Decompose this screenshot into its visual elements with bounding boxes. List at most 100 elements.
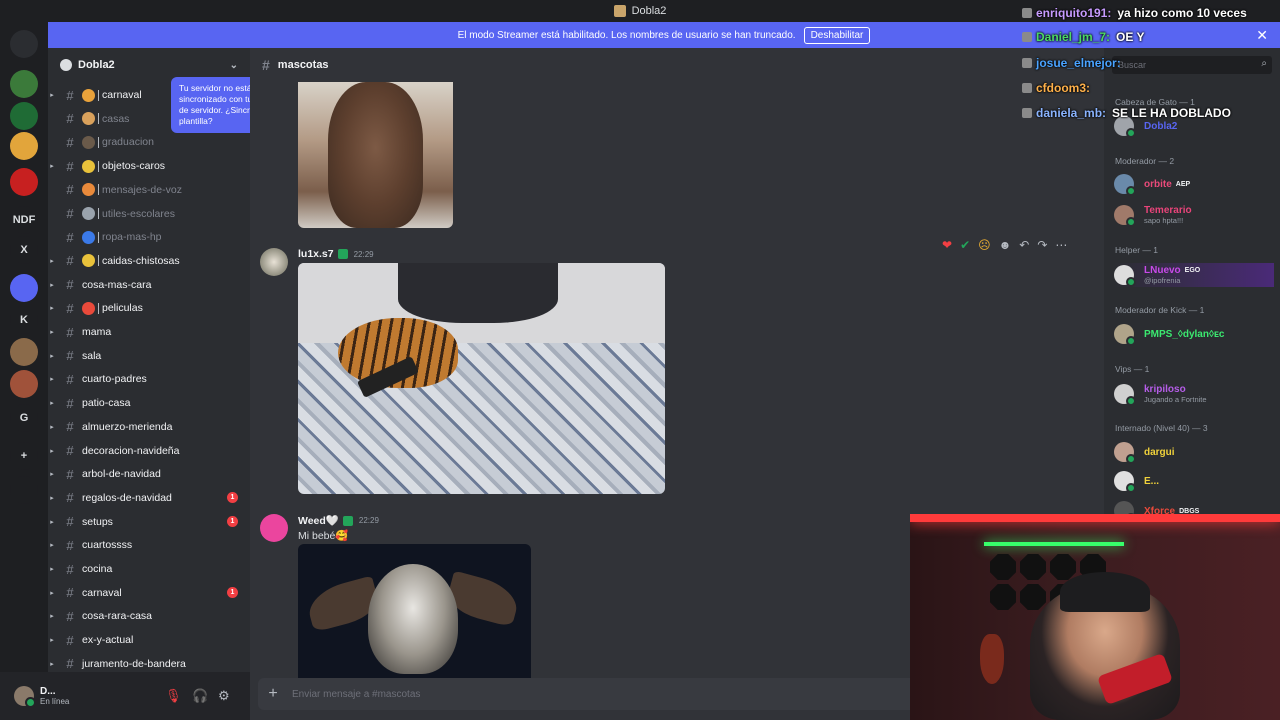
- member-item[interactable]: E...: [1114, 469, 1274, 493]
- channel-item[interactable]: ▸ # cosa-mas-cara: [48, 275, 250, 295]
- hash-icon: #: [66, 443, 74, 458]
- channel-item[interactable]: ▸ # cuartossss: [48, 535, 250, 555]
- member-name-text: orbite: [1144, 178, 1172, 190]
- author-name[interactable]: lu1x.s7: [298, 248, 334, 260]
- member-group-header: Helper — 1: [1115, 245, 1158, 255]
- channel-item[interactable]: ▸ # almuerzo-merienda: [48, 417, 250, 437]
- channel-item[interactable]: # mensajes-de-voz: [48, 180, 250, 200]
- member-item[interactable]: LNuevo EGO @ipofrenia: [1114, 263, 1274, 287]
- gear-icon[interactable]: ⚙: [218, 688, 230, 704]
- acoustic-panel: [990, 584, 1016, 610]
- avatar[interactable]: [260, 514, 288, 542]
- chevron-right-icon: ▸: [50, 660, 54, 668]
- headphones-muted-icon[interactable]: 🎧: [192, 688, 208, 704]
- hash-icon: #: [66, 419, 74, 435]
- channel-name: cosa-rara-casa: [82, 610, 153, 623]
- channel-item[interactable]: ▸ # carnaval 1: [48, 583, 250, 603]
- window-title: Dobla2: [631, 5, 667, 17]
- channel-name: almuerzo-merienda: [82, 420, 173, 433]
- channel-item[interactable]: ▸ # juramento-de-bandera: [48, 654, 250, 672]
- member-name-text: kripiloso: [1144, 384, 1186, 395]
- member-name: Temerario: [1144, 205, 1192, 216]
- message-hover-toolbar: ❤ ✔ ☹ ☻ ↶ ↷ ⋯: [942, 235, 1082, 255]
- message-image[interactable]: [298, 544, 531, 678]
- add-attachment-icon[interactable]: +: [258, 685, 288, 703]
- add-reaction-icon[interactable]: ☻: [999, 238, 1012, 252]
- channel-item[interactable]: ▸ # objetos-caros: [48, 156, 250, 176]
- check-reaction-icon[interactable]: ✔: [960, 238, 970, 252]
- avatar[interactable]: [14, 686, 36, 708]
- server-icon[interactable]: [10, 70, 38, 98]
- chevron-right-icon: ▸: [50, 329, 54, 336]
- member-item[interactable]: kripiloso Jugando a Fortnite: [1114, 382, 1274, 406]
- acoustic-panel: [1020, 584, 1046, 610]
- member-item[interactable]: dargui: [1114, 440, 1274, 464]
- channel-item[interactable]: ▸ # patio-casa: [48, 393, 250, 413]
- overlay-chat-line: enriquito191: ya hizo como 10 veces: [1022, 6, 1247, 20]
- channel-item[interactable]: ▸ # sala: [48, 346, 250, 366]
- channel-item[interactable]: ▸ # cocina: [48, 559, 250, 579]
- channel-item[interactable]: # utiles-escolares: [48, 204, 250, 224]
- heart-reaction-icon[interactable]: ❤: [942, 238, 952, 252]
- timestamp: 22:29: [358, 516, 379, 525]
- member-name-text: E...: [1144, 475, 1160, 487]
- author-name[interactable]: Weed🤍: [298, 514, 339, 527]
- message-text: Mi bebé🥰: [298, 530, 349, 542]
- channel-item[interactable]: ▸ # regalos-de-navidad 1: [48, 488, 250, 508]
- chat-header: # mascotas: [250, 48, 1104, 82]
- chevron-right-icon: ▸: [50, 589, 54, 597]
- channel-item[interactable]: # graduacion: [48, 132, 250, 152]
- overlay-message: SE LE HA DOBLADO: [1112, 106, 1231, 120]
- channel-item[interactable]: # ropa-mas-hp: [48, 227, 250, 247]
- badge-icon: [1022, 108, 1032, 118]
- member-item[interactable]: orbite AEP: [1114, 172, 1274, 196]
- channel-item[interactable]: ▸ # cosa-rara-casa: [48, 606, 250, 626]
- channel-item[interactable]: ▸ # caidas-chistosas: [48, 251, 250, 271]
- channel-name: regalos-de-navidad: [82, 491, 172, 504]
- server-icon[interactable]: [10, 132, 38, 160]
- message-image[interactable]: [298, 82, 453, 228]
- member-item[interactable]: PMPS_◊dylan◊ᴇᴄ: [1114, 322, 1274, 346]
- more-icon[interactable]: ⋯: [1055, 238, 1067, 252]
- chevron-down-icon[interactable]: ⌄: [230, 60, 238, 71]
- channel-item[interactable]: ▸ # decoracion-navideña: [48, 441, 250, 461]
- notification-badge: 1: [227, 516, 238, 528]
- channel-item[interactable]: ▸ # ex-y-actual: [48, 630, 250, 650]
- member-item[interactable]: Temerario sapo hpta!!!: [1114, 203, 1274, 227]
- avatar[interactable]: [260, 248, 288, 276]
- channel-name: cosa-mas-cara: [82, 278, 152, 291]
- explore-icon[interactable]: [10, 476, 38, 504]
- channel-item[interactable]: ▸ # setups 1: [48, 512, 250, 532]
- streamer-cap: [1060, 572, 1150, 612]
- channel-item[interactable]: ▸ # arbol-de-navidad: [48, 464, 250, 484]
- forward-icon[interactable]: ↷: [1037, 238, 1047, 252]
- channel-item[interactable]: ▸ # peliculas: [48, 298, 250, 318]
- add-server-icon[interactable]: +: [10, 442, 38, 470]
- channel-item[interactable]: ▸ # cuarto-padres: [48, 369, 250, 389]
- hash-icon: #: [66, 229, 74, 245]
- avatar: [1114, 324, 1136, 346]
- reply-icon[interactable]: ↶: [1019, 238, 1029, 252]
- disable-streamer-button[interactable]: Deshabilitar: [803, 26, 871, 44]
- server-icon[interactable]: NDF: [10, 206, 38, 234]
- server-icon[interactable]: [10, 168, 38, 196]
- server-icon[interactable]: X: [10, 236, 38, 264]
- channel-item[interactable]: ▸ # mama: [48, 322, 250, 342]
- member-status: sapo hpta!!!: [1144, 216, 1184, 225]
- sad-reaction-icon[interactable]: ☹: [978, 238, 991, 252]
- overlay-chat-line: josue_elmejor:: [1022, 56, 1127, 70]
- avatar: [1114, 471, 1136, 493]
- discord-home-icon[interactable]: [10, 30, 38, 58]
- mic-muted-icon[interactable]: 🎙: [165, 688, 182, 704]
- folder-icon[interactable]: [10, 274, 38, 302]
- server-icon[interactable]: [10, 102, 38, 130]
- message-image[interactable]: [298, 263, 665, 494]
- server-icon[interactable]: G: [10, 404, 38, 432]
- server-icon[interactable]: [10, 338, 38, 366]
- server-icon[interactable]: K: [10, 306, 38, 334]
- composer-placeholder[interactable]: Enviar mensaje a #mascotas: [292, 689, 420, 700]
- hash-icon: #: [66, 656, 74, 672]
- channel-name: carnaval: [102, 89, 142, 101]
- divider: [98, 208, 99, 219]
- server-icon[interactable]: [10, 370, 38, 398]
